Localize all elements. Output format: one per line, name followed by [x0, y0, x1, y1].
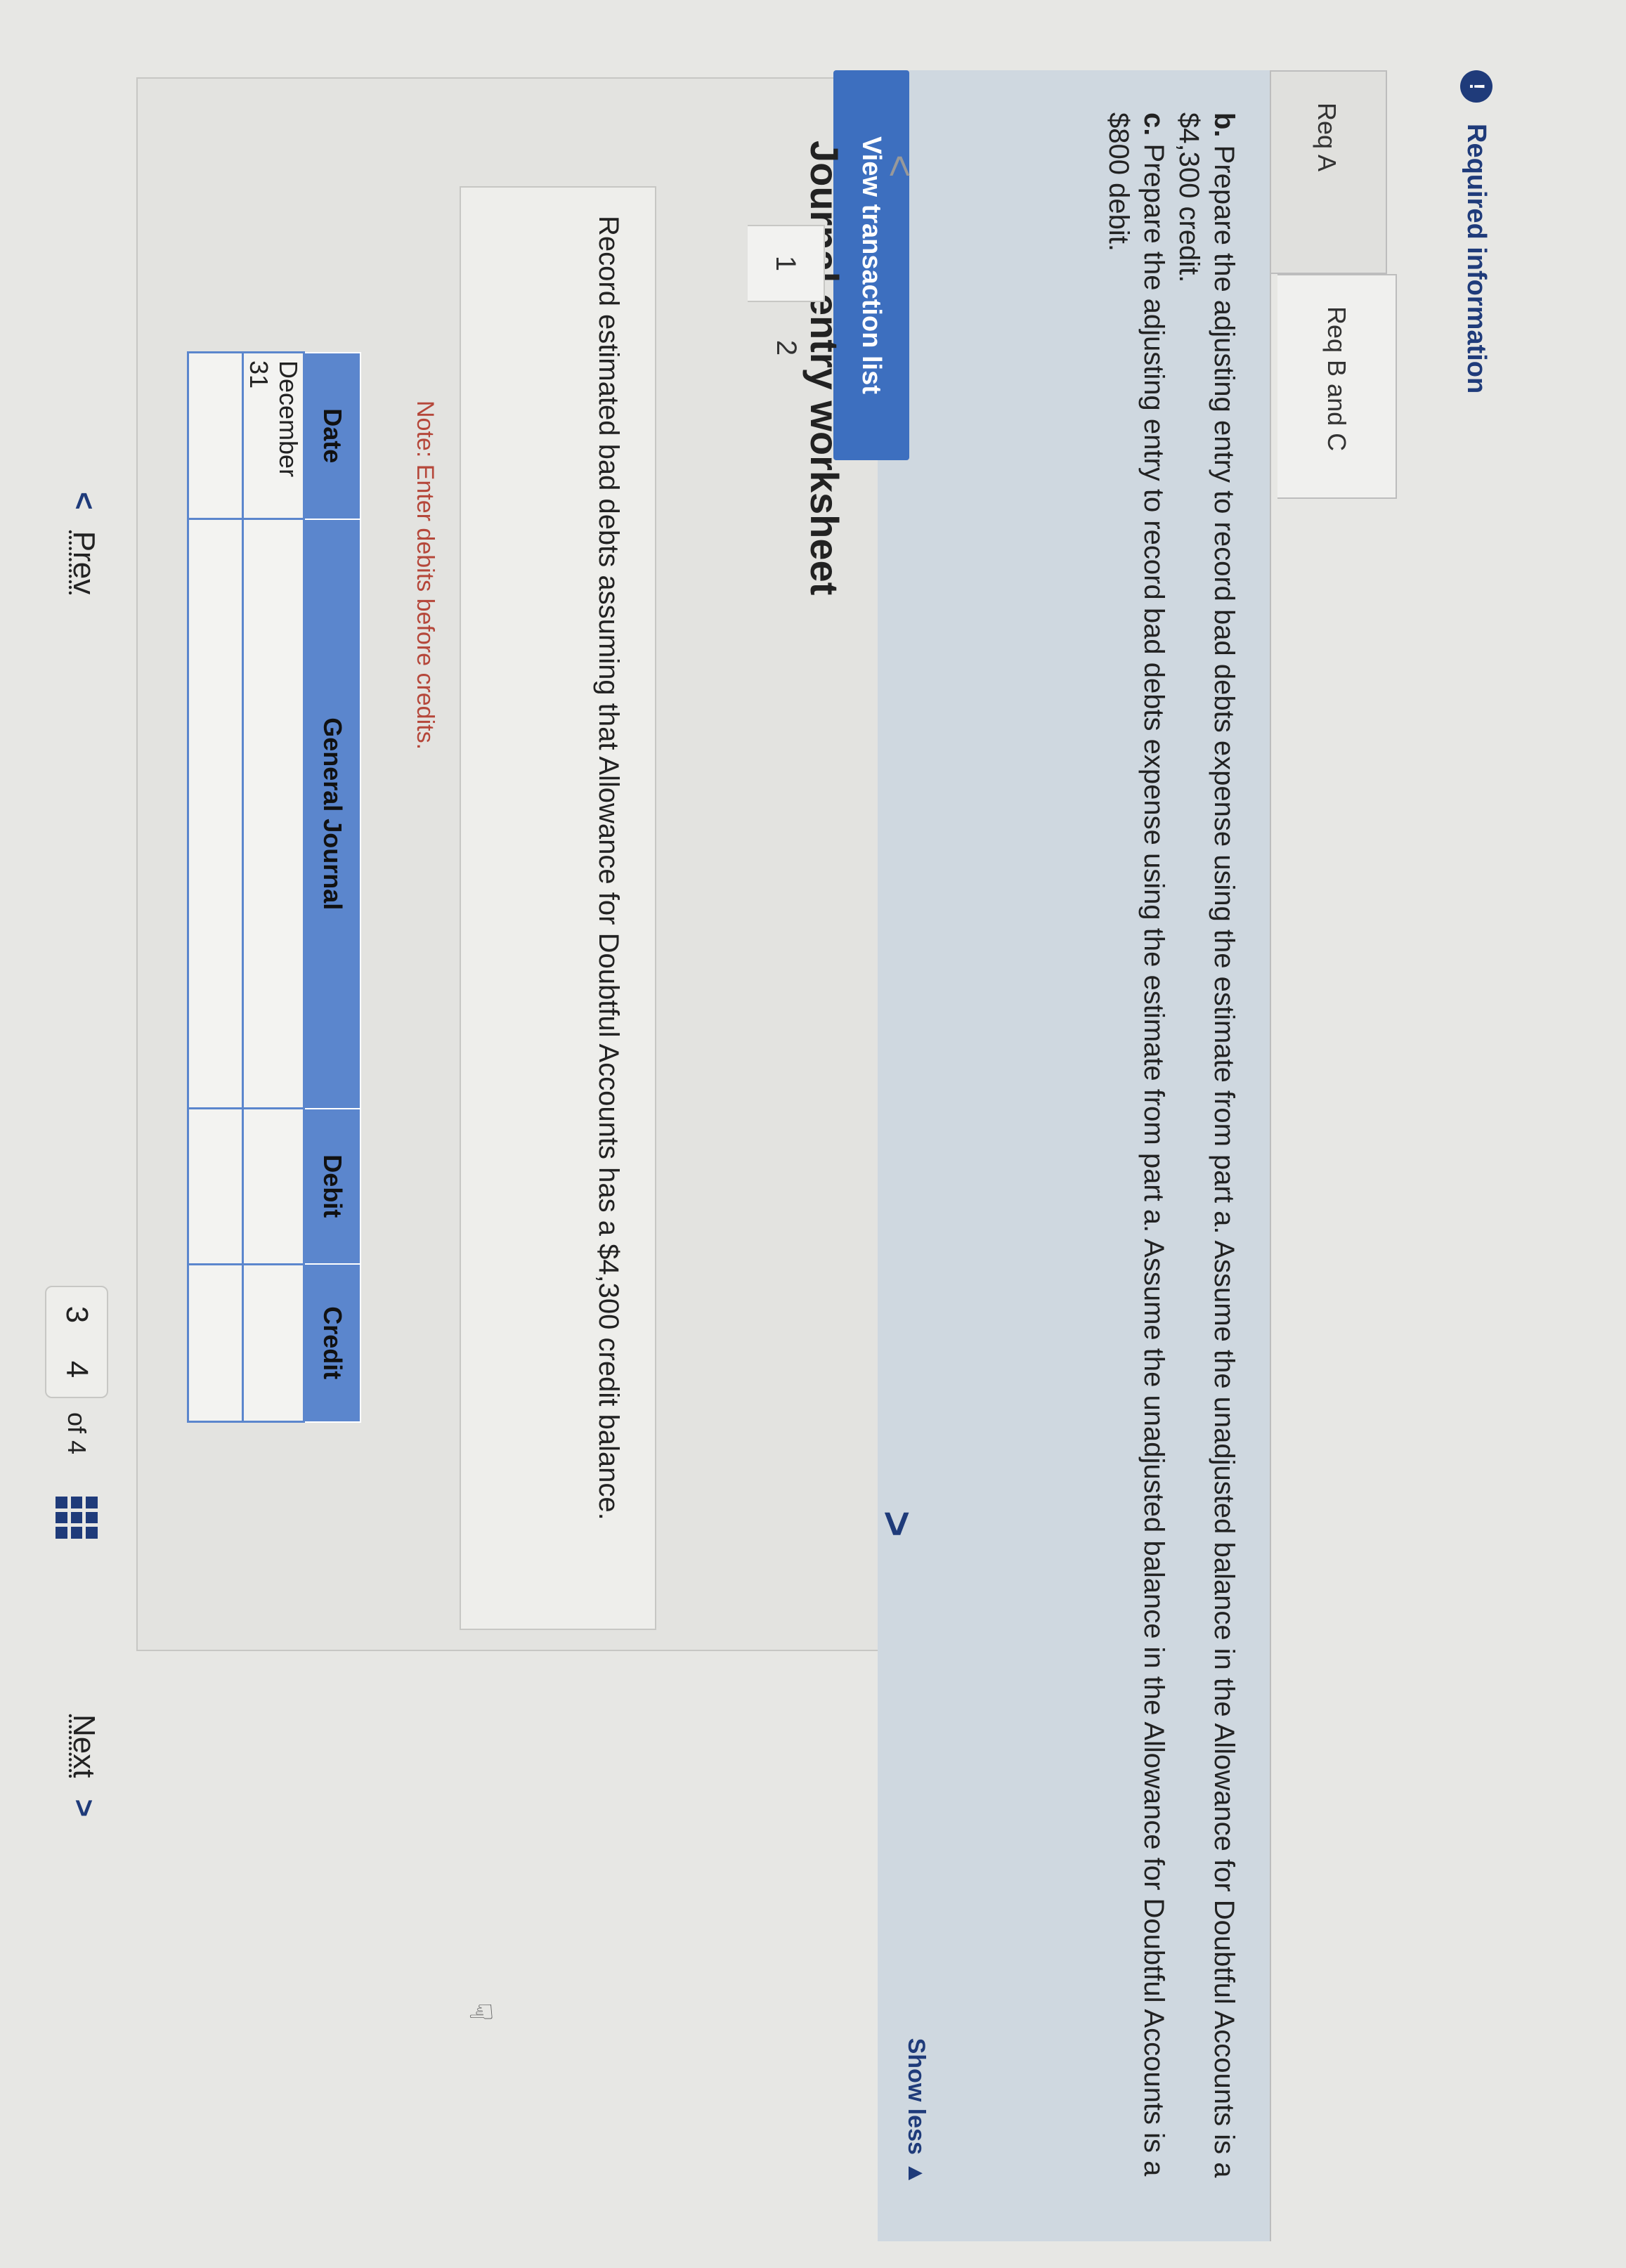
required-information-title[interactable]: Required information [1462, 124, 1492, 393]
tab-req-b-and-c[interactable]: Req B and C [1277, 274, 1397, 499]
instruction-b-marker: b. [1209, 112, 1240, 138]
rotated-screen: ! Required information Req A Req B and C… [0, 0, 1626, 2268]
chevron-right-icon: > [67, 1799, 101, 1818]
page-selector[interactable]: 3 4 [45, 1286, 108, 1398]
account-select[interactable] [188, 519, 243, 1109]
previous-entry-chevron-icon[interactable]: < [878, 155, 923, 178]
required-information-bar[interactable]: ! Required information [1460, 70, 1492, 393]
entry-description: Record estimated bad debts assuming that… [460, 186, 656, 1630]
navigation-footer: < Prev 3 4 of 4 Next > [31, 492, 108, 2038]
header-general-journal: General Journal [304, 519, 360, 1109]
credit-input[interactable] [243, 1264, 304, 1422]
table-row [188, 352, 243, 1422]
header-credit: Credit [304, 1264, 360, 1422]
requirement-tabs: Req A Req B and C [1268, 70, 1397, 499]
debit-input[interactable] [243, 1108, 304, 1265]
instruction-b-text: Prepare the adjusting entry to record ba… [1173, 112, 1240, 2178]
journal-header-row: Date General Journal Debit Credit [304, 352, 360, 1422]
header-debit: Debit [304, 1108, 360, 1265]
date-select[interactable]: December 31 [243, 352, 304, 519]
prev-label: Prev [67, 530, 101, 595]
next-button[interactable]: Next > [66, 1714, 101, 1817]
worksheet-page-1[interactable]: 1 [748, 225, 825, 302]
page-number-b: 4 [60, 1360, 94, 1379]
mouse-cursor-icon: ☟ [463, 2002, 497, 2021]
grid-icon[interactable] [56, 1497, 98, 1539]
instruction-c-text: Prepare the adjusting entry to record ba… [1103, 112, 1169, 2177]
next-label: Next [67, 1714, 101, 1778]
instruction-c-marker: c. [1138, 112, 1169, 136]
date-select[interactable] [188, 352, 243, 519]
account-select[interactable] [243, 519, 304, 1109]
chevron-left-icon: < [67, 492, 101, 510]
page-total: of 4 [63, 1412, 91, 1455]
entry-note: Note: Enter debits before credits. [412, 400, 438, 750]
page-number-a: 3 [60, 1305, 94, 1324]
page-indicator: 3 4 of 4 [45, 1286, 108, 1539]
debit-input[interactable] [188, 1108, 243, 1265]
next-entry-chevron-icon[interactable]: > [871, 1511, 923, 1537]
header-date: Date [304, 352, 360, 519]
instruction-c: c. Prepare the adjusting entry to record… [1101, 112, 1171, 2199]
show-less-link[interactable]: Show less ▲ [899, 2038, 934, 2185]
instructions-panel: b. Prepare the adjusting entry to record… [878, 70, 1271, 2241]
instruction-b: b. Prepare the adjusting entry to record… [1171, 112, 1242, 2199]
table-row: December 31 [243, 352, 304, 1422]
tab-req-a[interactable]: Req A [1268, 70, 1387, 274]
alert-icon: ! [1460, 70, 1492, 103]
general-journal-table: Date General Journal Debit Credit Decemb… [188, 351, 362, 1423]
worksheet-page-2[interactable]: 2 [748, 309, 825, 386]
prev-button[interactable]: < Prev [66, 492, 101, 594]
credit-input[interactable] [188, 1264, 243, 1422]
